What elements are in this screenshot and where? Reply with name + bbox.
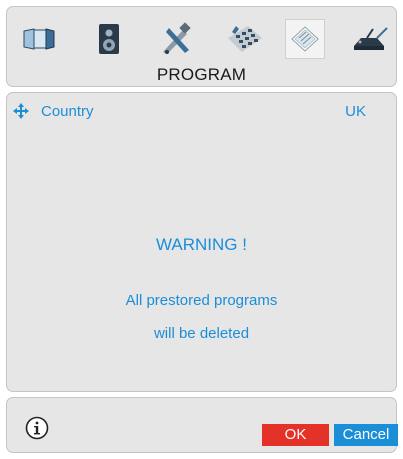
section-title: PROGRAM — [156, 65, 247, 84]
move-arrows-icon — [12, 102, 30, 125]
country-setting-row[interactable]: Country UK — [12, 101, 388, 123]
action-bar: OK Cancel — [6, 397, 398, 453]
menu-toolbar: PROGRAM — [6, 6, 397, 87]
country-value[interactable]: UK — [345, 103, 366, 120]
cancel-button[interactable]: Cancel — [334, 424, 398, 446]
speaker-icon[interactable] — [89, 19, 129, 59]
warning-title: WARNING ! — [156, 235, 247, 254]
program-icon[interactable] — [285, 19, 325, 59]
picture-icon[interactable] — [19, 19, 59, 59]
antenna-icon[interactable] — [351, 19, 391, 59]
warning-message-line-2: will be deleted — [153, 325, 250, 342]
keypad-icon[interactable] — [225, 19, 265, 59]
main-panel: Country UK WARNING ! All prestored progr… — [6, 92, 397, 392]
country-label: Country — [41, 103, 94, 120]
ok-button[interactable]: OK — [262, 424, 329, 446]
warning-message-line-1: All prestored programs — [125, 292, 278, 309]
info-icon[interactable] — [25, 416, 49, 440]
tools-icon[interactable] — [157, 19, 197, 59]
